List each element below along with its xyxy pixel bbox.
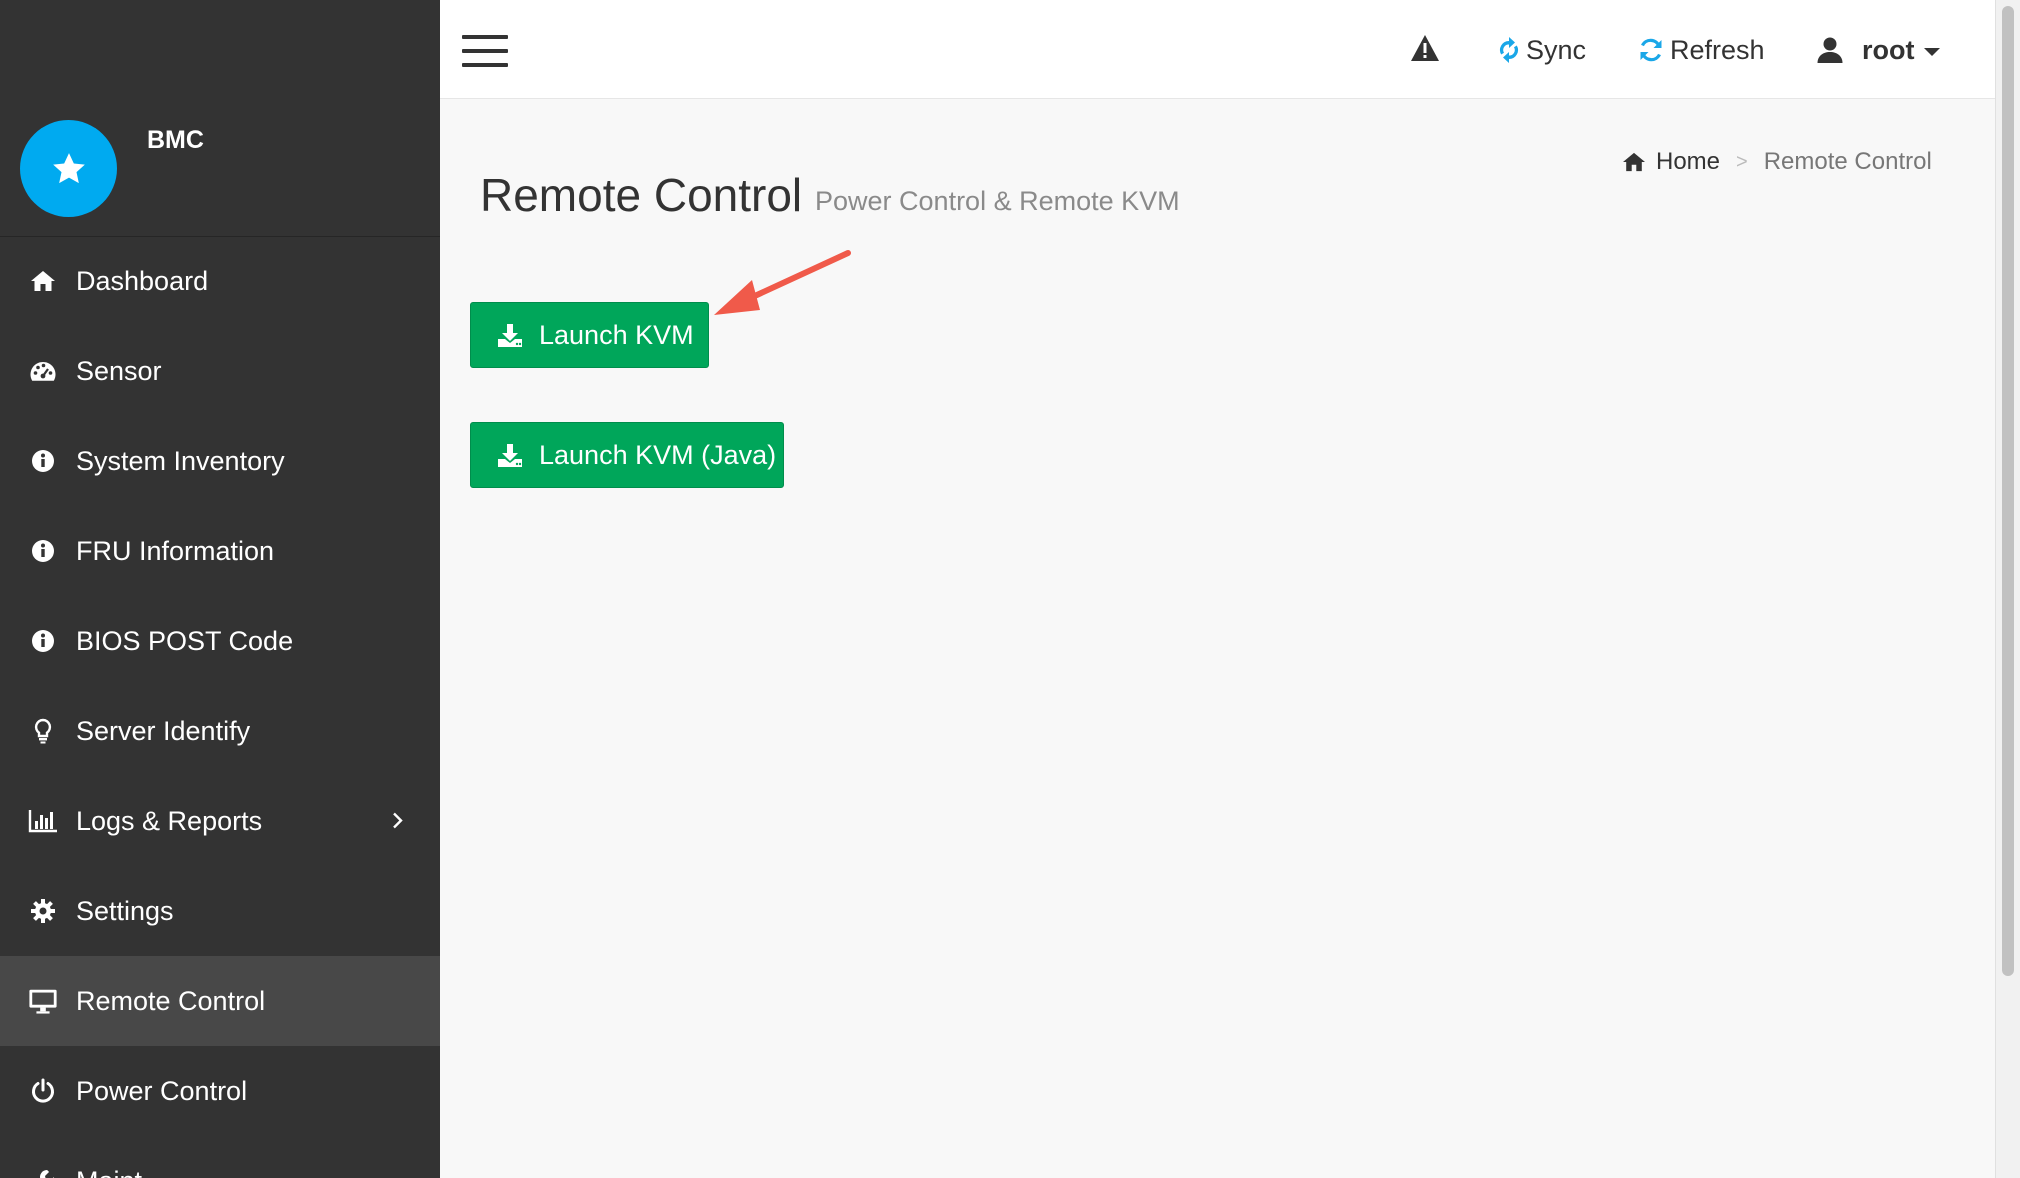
breadcrumb: Home > Remote Control [1622, 148, 1932, 176]
sidebar-item-maintenance[interactable]: Maint [0, 1136, 440, 1178]
brand-name: BMC [147, 126, 204, 154]
home-icon [1623, 152, 1645, 172]
top-navbar: Sync Refresh root [440, 0, 1995, 99]
sidebar-nav: Dashboard Sensor System Inventory FRU In… [0, 236, 440, 1178]
refresh-button[interactable]: Refresh [1638, 30, 1765, 70]
scrollbar[interactable] [1995, 0, 2020, 1178]
annotation-arrow-icon [708, 240, 858, 331]
sidebar-item-label: BIOS POST Code [76, 625, 294, 656]
sidebar-item-dashboard[interactable]: Dashboard [0, 236, 440, 326]
sidebar-item-label: System Inventory [76, 445, 285, 476]
sidebar-item-settings[interactable]: Settings [0, 866, 440, 956]
page-title: Remote Control [480, 169, 803, 221]
info-icon [28, 536, 58, 566]
power-icon [28, 1076, 58, 1106]
gear-icon [28, 896, 58, 926]
user-menu[interactable]: root [1816, 30, 1941, 70]
refresh-icon [1638, 37, 1664, 63]
alert-warning-icon[interactable] [1410, 34, 1440, 67]
sidebar-item-label: Settings [76, 895, 174, 926]
info-icon [28, 626, 58, 656]
download-icon [497, 322, 523, 348]
scrollbar-thumb[interactable] [2002, 6, 2014, 976]
sidebar-item-label: Sensor [76, 355, 162, 386]
launch-kvm-java-button[interactable]: Launch KVM (Java) [470, 422, 784, 488]
info-icon [28, 446, 58, 476]
sync-button[interactable]: Sync [1498, 30, 1586, 70]
dashboard-gauge-icon [28, 356, 58, 386]
launch-kvm-button[interactable]: Launch KVM [470, 302, 709, 368]
launch-kvm-label: Launch KVM [539, 319, 694, 350]
sync-icon [1498, 37, 1520, 63]
brand-logo-star-icon[interactable] [20, 120, 117, 217]
sidebar-item-label: Logs & Reports [76, 805, 263, 836]
chevron-right-icon[interactable] [392, 806, 404, 837]
sidebar-item-label: Power Control [76, 1075, 248, 1106]
sidebar-item-label: Remote Control [76, 985, 266, 1016]
sidebar-item-fru-information[interactable]: FRU Information [0, 506, 440, 596]
user-name: root [1862, 34, 1915, 65]
sidebar-item-sensor[interactable]: Sensor [0, 326, 440, 416]
breadcrumb-home-link[interactable]: Home [1622, 148, 1720, 176]
sidebar-item-label: Dashboard [76, 265, 209, 296]
sidebar-item-label: Server Identify [76, 715, 251, 746]
user-icon [1816, 36, 1844, 64]
breadcrumb-current: Remote Control [1763, 148, 1932, 175]
sidebar-item-label: Maint [76, 1166, 142, 1178]
sidebar-item-system-inventory[interactable]: System Inventory [0, 416, 440, 506]
monitor-icon [28, 986, 58, 1016]
bar-chart-icon [28, 806, 58, 836]
sidebar-item-logs-reports[interactable]: Logs & Reports [0, 776, 440, 866]
brand-header: BMC [0, 0, 440, 237]
breadcrumb-separator: > [1736, 150, 1748, 173]
caret-down-icon [1924, 48, 1941, 56]
sidebar: BMC Dashboard Sensor System Inventory FR… [0, 0, 440, 1178]
sidebar-item-bios-post-code[interactable]: BIOS POST Code [0, 596, 440, 686]
home-icon [28, 266, 58, 296]
breadcrumb-home-label: Home [1656, 148, 1721, 175]
sidebar-item-label: FRU Information [76, 535, 275, 566]
main-content: Sync Refresh root Remote Control Power C… [440, 0, 1995, 1178]
sidebar-item-power-control[interactable]: Power Control [0, 1046, 440, 1136]
sidebar-item-server-identify[interactable]: Server Identify [0, 686, 440, 776]
refresh-label: Refresh [1670, 34, 1765, 65]
wrench-icon [28, 1166, 58, 1178]
launch-kvm-java-label: Launch KVM (Java) [539, 439, 777, 470]
sidebar-item-remote-control[interactable]: Remote Control [0, 956, 440, 1046]
menu-toggle-icon[interactable] [462, 35, 508, 67]
download-icon [497, 442, 523, 468]
app-frame: BMC Dashboard Sensor System Inventory FR… [0, 0, 2020, 1178]
page-subtitle: Power Control & Remote KVM [815, 186, 1180, 216]
lightbulb-icon [28, 716, 58, 746]
sync-label: Sync [1526, 34, 1587, 65]
